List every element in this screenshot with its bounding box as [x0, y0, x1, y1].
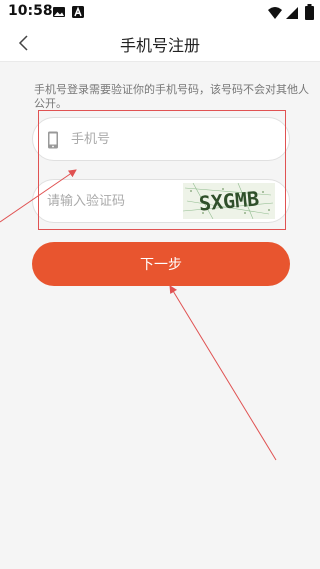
a-icon — [72, 6, 84, 18]
signal-icon — [286, 7, 298, 19]
annotation-highlight-box — [38, 110, 286, 230]
wifi-icon — [268, 7, 282, 19]
status-bar: 10:58 — [0, 0, 320, 24]
annotation-arrow-button — [169, 285, 277, 461]
photo-icon — [53, 7, 65, 17]
page-title: 手机号注册 — [119, 36, 200, 55]
next-step-button[interactable]: 下一步 — [32, 242, 290, 286]
status-time: 10:58 — [8, 3, 53, 19]
battery-icon — [305, 4, 314, 20]
phone-login-hint: 手机号登录需要验证你的手机号码，该号码不会对其他人公开。 — [34, 83, 309, 110]
app-bar: 手机号注册 — [0, 24, 320, 62]
